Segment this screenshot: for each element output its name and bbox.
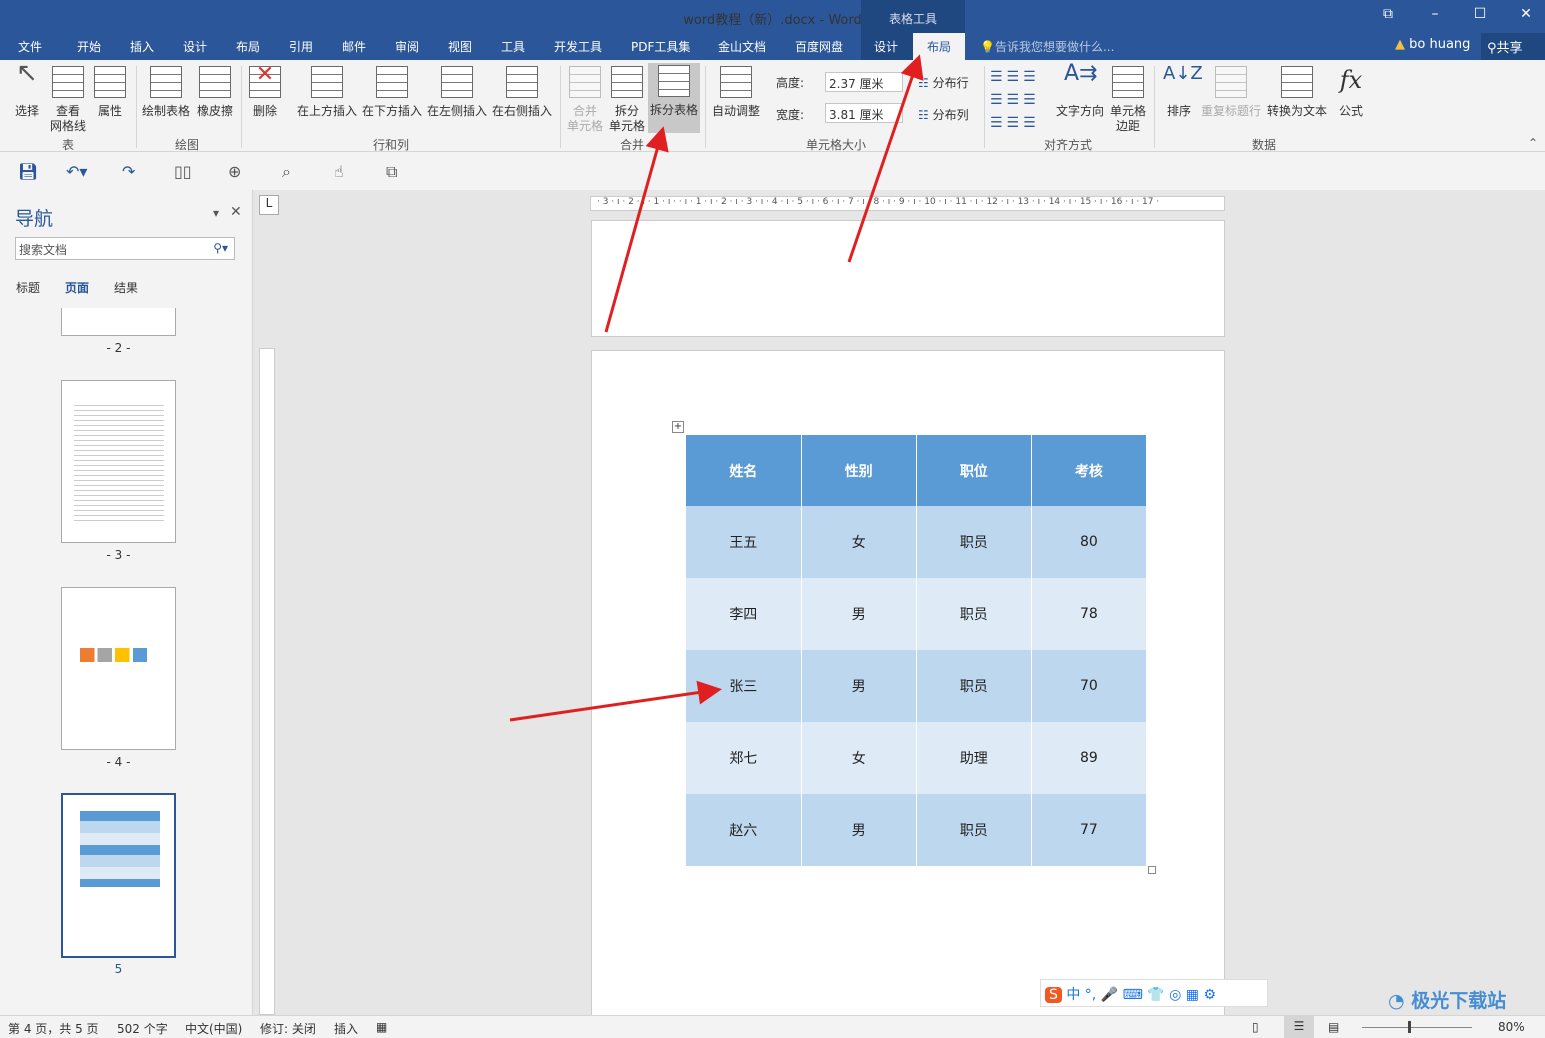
- zoom-level[interactable]: 80%: [1498, 1020, 1525, 1034]
- language[interactable]: 中文(中国): [185, 1020, 242, 1037]
- read-view-icon[interactable]: ▯: [1252, 1020, 1259, 1034]
- zoom-slider-thumb[interactable]: [1408, 1021, 1411, 1033]
- ime-mode[interactable]: 中: [1066, 987, 1080, 1003]
- arrow-to-layout-tab: [847, 54, 924, 263]
- arrow-to-cell: [509, 680, 722, 722]
- word-count[interactable]: 502 个字: [117, 1020, 168, 1037]
- ime-toolbar[interactable]: S 中 °, 🎤 ⌨ 👕 ◎ ▦ ⚙: [1040, 979, 1268, 1007]
- zoom-slider[interactable]: [1362, 1027, 1472, 1028]
- web-layout-icon[interactable]: ▤: [1328, 1020, 1339, 1034]
- annotation-arrows: [509, 54, 924, 722]
- sogou-logo-icon: S: [1045, 987, 1062, 1003]
- track-changes[interactable]: 修订: 关闭: [260, 1020, 316, 1037]
- insert-mode[interactable]: 插入: [334, 1020, 358, 1037]
- watermark-logo: ◔ 极光下载站: [1388, 990, 1507, 1012]
- page-count[interactable]: 第 4 页，共 5 页: [8, 1020, 99, 1037]
- macro-icon[interactable]: ▦: [376, 1020, 387, 1034]
- status-bar: 第 4 页，共 5 页 502 个字 中文(中国) 修订: 关闭 插入 ▦ ▯ …: [0, 1015, 1545, 1038]
- arrow-to-split-table: [604, 126, 669, 333]
- print-layout-icon[interactable]: ☰: [1284, 1016, 1314, 1038]
